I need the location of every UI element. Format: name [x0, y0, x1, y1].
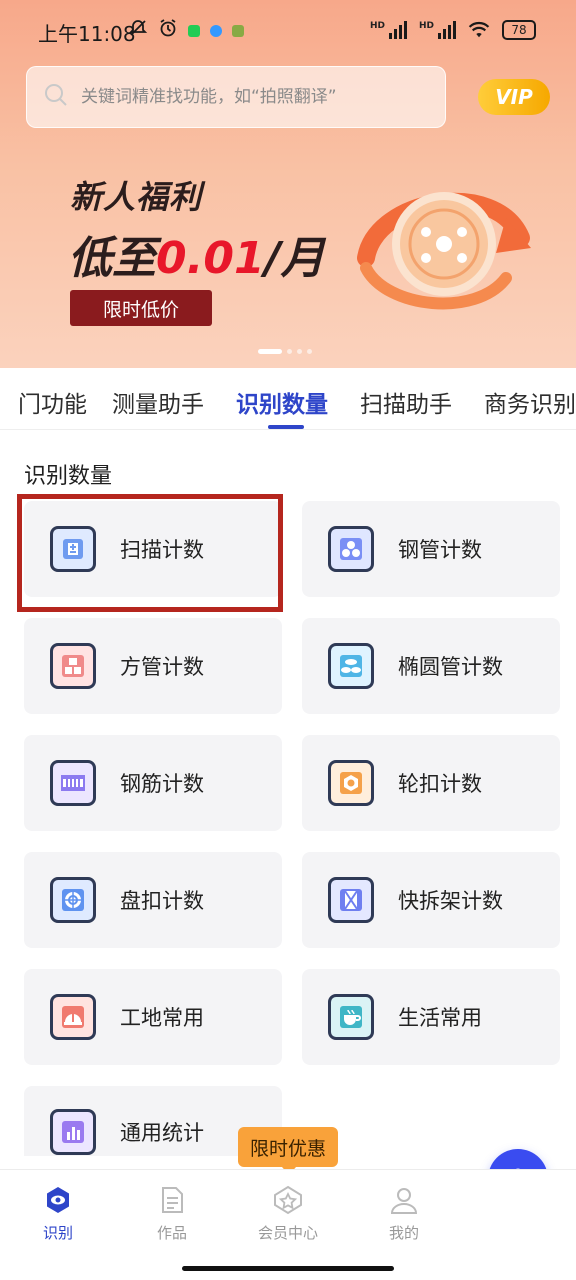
home-indicator: [182, 1266, 394, 1271]
battery-icon: 78: [502, 20, 536, 40]
card-label: 盘扣计数: [120, 889, 204, 913]
steel-pipe-icon: [328, 526, 374, 572]
card-disc-buckle-count[interactable]: 盘扣计数: [24, 852, 282, 948]
tab-measure-assistant[interactable]: 测量助手: [112, 385, 204, 419]
active-tab-indicator: [268, 425, 304, 429]
nav-mine[interactable]: 我的: [364, 1184, 444, 1243]
person-icon: [390, 1188, 418, 1214]
rebar-icon: [50, 760, 96, 806]
nav-recognize[interactable]: 识别: [18, 1184, 98, 1243]
status-bar: 上午11:08 HD HD 78: [0, 0, 576, 62]
signal-icon: HD: [370, 21, 407, 39]
card-label: 快拆架计数: [398, 889, 503, 913]
star-badge-icon: [274, 1185, 302, 1215]
tab-scan-assistant[interactable]: 扫描助手: [360, 385, 452, 419]
app-notification-icon: [188, 24, 200, 37]
general-stats-icon: [50, 1109, 96, 1155]
card-wheel-buckle-count[interactable]: 轮扣计数: [302, 735, 560, 831]
promo-headline: 新人福利: [70, 178, 203, 216]
coin-arrow-icon: [357, 192, 531, 310]
card-steel-pipe-count[interactable]: 钢管计数: [302, 501, 560, 597]
card-construction-common[interactable]: 工地常用: [24, 969, 282, 1065]
card-label: 生活常用: [398, 1006, 482, 1030]
card-label: 通用统计: [120, 1121, 204, 1145]
search-bar[interactable]: [26, 66, 446, 128]
alarm-icon: [158, 18, 178, 43]
nav-works[interactable]: 作品: [132, 1184, 212, 1243]
promo-tag[interactable]: 限时优惠: [238, 1127, 338, 1175]
vip-button[interactable]: VIP: [478, 79, 550, 115]
card-oval-pipe-count[interactable]: 椭圆管计数: [302, 618, 560, 714]
construction-icon: [50, 994, 96, 1040]
carousel-indicator: [258, 349, 312, 354]
tab-popular[interactable]: 门功能: [18, 385, 87, 419]
nav-member-center[interactable]: 会员中心: [248, 1184, 328, 1243]
search-icon: [43, 82, 69, 112]
eye-icon: [47, 1187, 69, 1213]
mute-icon: [128, 18, 148, 43]
card-life-common[interactable]: 生活常用: [302, 969, 560, 1065]
app-notification-icon: [232, 24, 244, 37]
disc-buckle-icon: [50, 877, 96, 923]
tab-business-recognition[interactable]: 商务识别: [484, 385, 576, 419]
selection-highlight-box: [17, 494, 283, 612]
wheel-buckle-icon: [328, 760, 374, 806]
card-label: 轮扣计数: [398, 772, 482, 796]
category-tabs: 门功能 测量助手 识别数量 扫描助手 商务识别: [0, 368, 576, 430]
square-pipe-icon: [50, 643, 96, 689]
signal-icon: HD: [419, 21, 456, 39]
card-label: 工地常用: [120, 1006, 204, 1030]
top-banner-area: 上午11:08 HD HD 78 VIP 新人福利 低至0.01/月 限时低价: [0, 0, 576, 368]
tab-recognize-count[interactable]: 识别数量: [236, 385, 328, 419]
oval-pipe-icon: [328, 643, 374, 689]
app-notification-icon: [210, 24, 222, 37]
life-icon: [328, 994, 374, 1040]
document-icon: [162, 1187, 183, 1213]
card-rebar-count[interactable]: 钢筋计数: [24, 735, 282, 831]
card-label: 钢筋计数: [120, 772, 204, 796]
card-label: 钢管计数: [398, 538, 482, 562]
wifi-icon: [468, 21, 490, 38]
promo-price: 低至0.01/月: [68, 233, 325, 284]
card-quick-frame-count[interactable]: 快拆架计数: [302, 852, 560, 948]
search-input[interactable]: [81, 87, 421, 107]
promo-button[interactable]: 限时低价: [70, 290, 212, 326]
card-label: 方管计数: [120, 655, 204, 679]
card-label: 椭圆管计数: [398, 655, 503, 679]
quick-frame-icon: [328, 877, 374, 923]
bottom-navigation: 识别 作品 会员中心 我的: [0, 1169, 576, 1280]
section-title: 识别数量: [24, 464, 113, 489]
status-time: 上午11:08: [38, 22, 136, 46]
card-square-pipe-count[interactable]: 方管计数: [24, 618, 282, 714]
